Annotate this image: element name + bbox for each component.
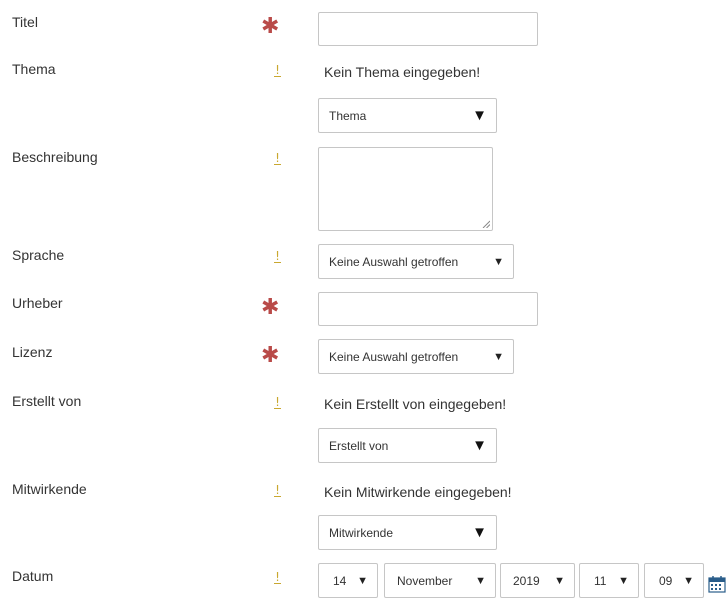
resize-grip-icon[interactable] (482, 220, 490, 228)
erstellt-von-select[interactable]: Erstellt von ▼ (318, 428, 497, 463)
datum-hour-value: 11 (594, 573, 607, 588)
caret-down-icon: ▼ (472, 524, 487, 541)
datum-hour-select[interactable]: 11 ▼ (579, 563, 639, 598)
urheber-input[interactable] (318, 292, 538, 326)
hint-icon: ! (274, 570, 281, 584)
datum-day-select[interactable]: 14 ▼ (318, 563, 378, 598)
caret-down-icon: ▼ (472, 437, 487, 454)
mitwirkende-empty-message: Kein Mitwirkende eingegeben! (324, 484, 512, 500)
mitwirkende-select-value: Mitwirkende (329, 525, 394, 540)
thema-select-value: Thema (329, 108, 367, 123)
erstellt-von-empty-message: Kein Erstellt von eingegeben! (324, 396, 507, 412)
label-lizenz: Lizenz (12, 344, 53, 360)
datum-month-value: November (397, 573, 453, 588)
caret-down-icon: ▼ (683, 574, 694, 587)
datum-year-value: 2019 (513, 573, 540, 588)
datum-minute-select[interactable]: 09 ▼ (644, 563, 704, 598)
titel-input[interactable] (318, 12, 538, 46)
sprache-select-value: Keine Auswahl getroffen (329, 254, 459, 269)
hint-icon: ! (274, 151, 281, 165)
label-thema: Thema (12, 61, 56, 77)
erstellt-von-select-value: Erstellt von (329, 438, 389, 453)
thema-empty-message: Kein Thema eingegeben! (324, 64, 481, 80)
label-datum: Datum (12, 568, 54, 584)
hint-icon: ! (274, 249, 281, 263)
label-erstellt-von: Erstellt von (12, 393, 82, 409)
beschreibung-textarea[interactable] (318, 147, 493, 231)
thema-select[interactable]: Thema ▼ (318, 98, 497, 133)
caret-down-icon: ▼ (493, 350, 504, 363)
hint-icon: ! (274, 63, 281, 77)
label-titel: Titel (12, 14, 38, 30)
hint-icon: ! (274, 395, 281, 409)
caret-down-icon: ▼ (475, 574, 486, 587)
caret-down-icon: ▼ (493, 255, 504, 268)
datum-minute-value: 09 (659, 573, 673, 588)
caret-down-icon: ▼ (472, 107, 487, 124)
required-icon: ✱ (261, 295, 280, 320)
caret-down-icon: ▼ (618, 574, 629, 587)
datum-day-value: 14 (333, 573, 347, 588)
label-mitwirkende: Mitwirkende (12, 481, 87, 497)
label-beschreibung: Beschreibung (12, 149, 98, 165)
calendar-icon[interactable] (708, 575, 726, 593)
hint-icon: ! (274, 483, 281, 497)
datum-month-select[interactable]: November ▼ (384, 563, 496, 598)
required-icon: ✱ (261, 343, 280, 368)
label-sprache: Sprache (12, 247, 65, 263)
required-icon: ✱ (261, 14, 280, 39)
lizenz-select[interactable]: Keine Auswahl getroffen ▼ (318, 339, 514, 374)
caret-down-icon: ▼ (357, 574, 368, 587)
datum-year-select[interactable]: 2019 ▼ (500, 563, 575, 598)
sprache-select[interactable]: Keine Auswahl getroffen ▼ (318, 244, 514, 279)
lizenz-select-value: Keine Auswahl getroffen (329, 349, 459, 364)
caret-down-icon: ▼ (554, 574, 565, 587)
mitwirkende-select[interactable]: Mitwirkende ▼ (318, 515, 497, 550)
label-urheber: Urheber (12, 295, 63, 311)
